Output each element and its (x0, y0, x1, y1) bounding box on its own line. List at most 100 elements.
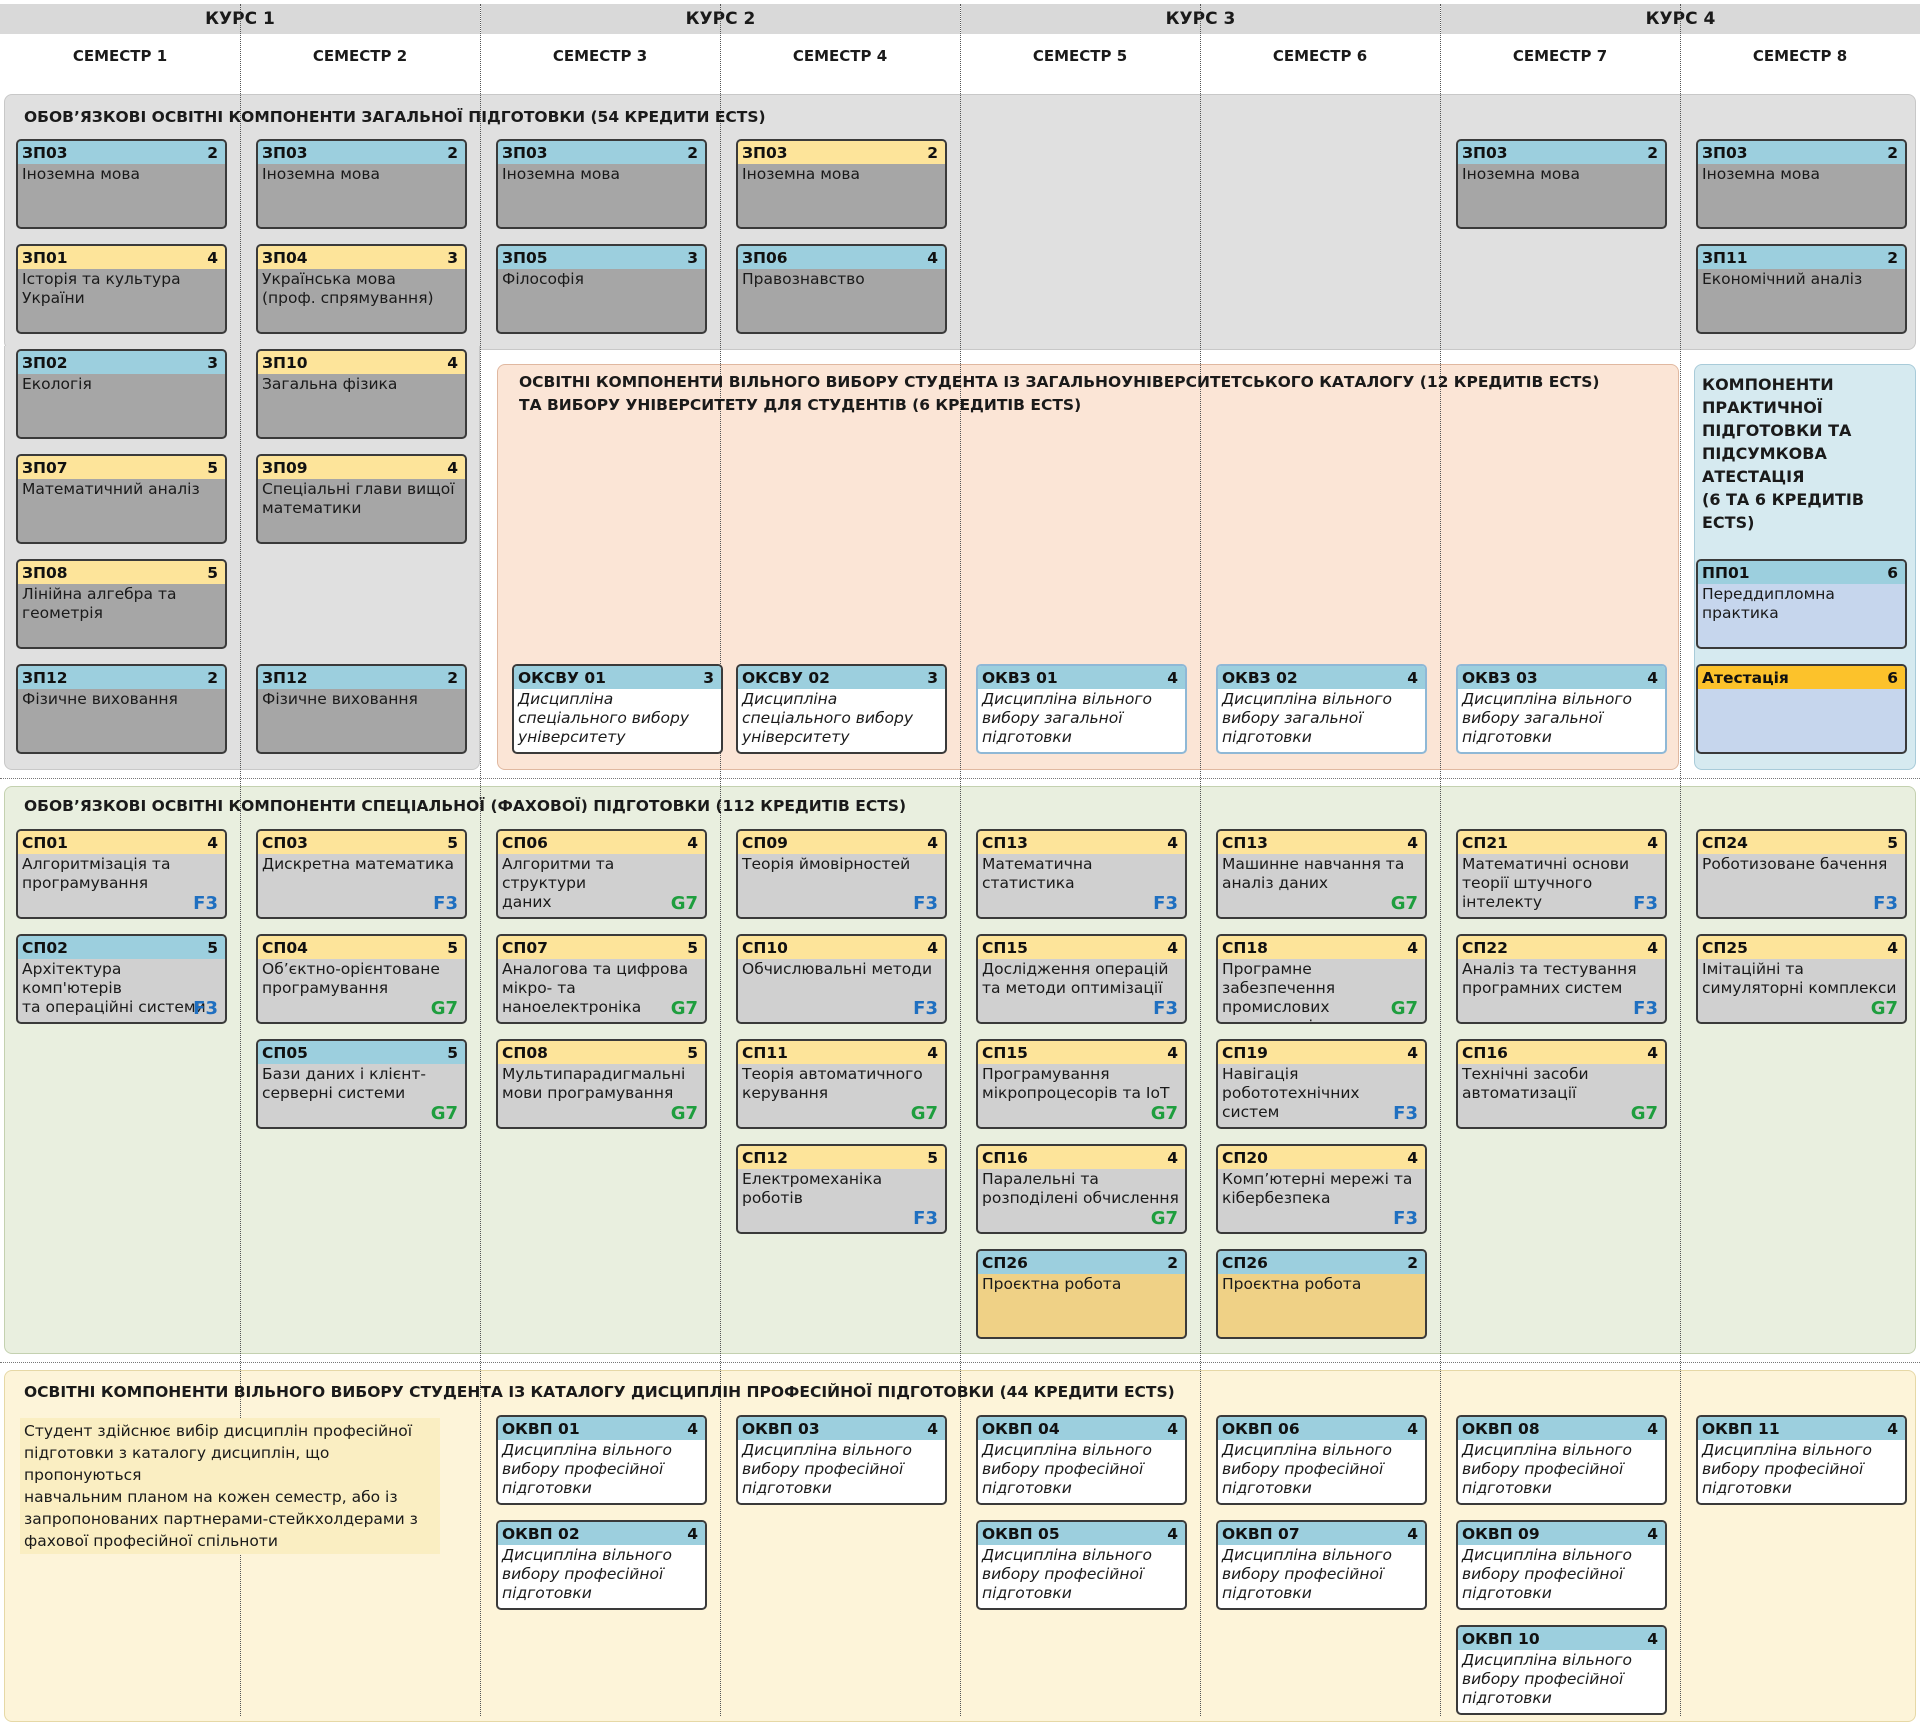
card-credits: 4 (207, 248, 218, 267)
card-title-line: вибору професійної (1222, 1460, 1384, 1478)
card-title-line: Дисципліна вільного (1462, 1651, 1632, 1669)
card-code: ЗП06 (742, 248, 788, 267)
card-title: Аналіз та тестування програмних систем (1458, 959, 1665, 998)
card-header: СП16 4 (978, 1146, 1185, 1169)
card-header: ОКВП 04 4 (978, 1417, 1185, 1440)
card-credits: 4 (1887, 1419, 1898, 1438)
course-card: ЗП03 2 Іноземна мова (256, 139, 467, 229)
course-card: СП22 4 Аналіз та тестування програмних сист… (1456, 934, 1667, 1024)
course-card: СП08 5 Мультипарадигмальні мови програмуван… (496, 1039, 707, 1129)
card-header: СП11 4 (738, 1041, 945, 1064)
card-credits: 2 (1887, 143, 1898, 162)
card-credits: 5 (207, 458, 218, 477)
card-title-line: Машинне навчання та (1222, 855, 1405, 873)
card-title-line: Математичний аналіз (22, 480, 200, 498)
card-header: СП26 2 (1218, 1251, 1425, 1274)
card-code: ЗП03 (502, 143, 548, 162)
card-credits: 4 (687, 833, 698, 852)
card-header: ЗП03 2 (1458, 141, 1665, 164)
card-header: ЗП03 2 (258, 141, 465, 164)
card-competence-tag: G7 (1150, 1208, 1178, 1229)
card-credits: 2 (207, 668, 218, 687)
card-header: ОКВП 03 4 (738, 1417, 945, 1440)
course-card: СП20 4 Комп’ютерні мережі та кібербезпека F3 (1216, 1144, 1427, 1234)
card-header: ОКВП 08 4 (1458, 1417, 1665, 1440)
grid-line (720, 4, 721, 1716)
card-credits: 5 (447, 833, 458, 852)
card-code: СП26 (1222, 1253, 1268, 1272)
card-code: СП04 (262, 938, 308, 957)
course-card: ОКВЗ 02 4 Дисципліна вільного вибору загаль… (1216, 664, 1427, 754)
card-header: ЗП03 2 (18, 141, 225, 164)
card-title-line: Алгоритми та структури (502, 855, 615, 892)
card-header: СП16 4 (1458, 1041, 1665, 1064)
card-title: Переддипломна практика (1698, 584, 1905, 623)
card-competence-tag: F3 (1153, 998, 1178, 1019)
card-header: СП04 5 (258, 936, 465, 959)
course-card: ОКСВУ 02 3 Дисципліна спеціального вибору ун… (736, 664, 947, 754)
card-credits: 4 (927, 1419, 938, 1438)
card-header: СП15 4 (978, 936, 1185, 959)
semester-7-header: СЕМЕСТР 7 (1512, 47, 1608, 65)
card-header: ЗП08 5 (18, 561, 225, 584)
card-title: Дисципліна вільного вибору професійної під… (1218, 1440, 1425, 1498)
card-title-line: розподілені обчислення (982, 1189, 1179, 1207)
course-card: СП07 5 Аналогова та цифрова мікро- та наноел… (496, 934, 707, 1024)
card-title: Дисципліна вільного вибору професійної під… (1458, 1440, 1665, 1498)
card-title-line: Обчислювальні методи (742, 960, 933, 978)
card-title-line: підготовки (1702, 1479, 1792, 1497)
card-title-line: Іноземна мова (22, 165, 141, 183)
card-code: СП10 (742, 938, 788, 957)
card-header: СП22 4 (1458, 936, 1665, 959)
card-title: Мультипарадигмальні мови програмування (498, 1064, 705, 1103)
card-code: ЗП09 (262, 458, 308, 477)
card-title-line: Економічний аналіз (1702, 270, 1863, 288)
card-code: СП16 (1462, 1043, 1508, 1062)
card-credits: 4 (687, 1419, 698, 1438)
card-credits: 4 (1407, 1419, 1418, 1438)
card-title-line: Дисципліна вільного (1222, 690, 1392, 708)
grid-line (0, 1362, 1920, 1363)
course-card: СП04 5 Об’єктно-орієнтоване програмування G7 (256, 934, 467, 1024)
card-code: ЗП03 (262, 143, 308, 162)
card-credits: 4 (1167, 1043, 1178, 1062)
card-title: Комп’ютерні мережі та кібербезпека (1218, 1169, 1425, 1208)
card-title-line: та операційні системи (22, 998, 206, 1016)
card-credits: 2 (1887, 248, 1898, 267)
course-card: СП15 4 Дослідження операцій та методи оптим… (976, 934, 1187, 1024)
card-title-line: Іноземна мова (502, 165, 621, 183)
card-code: СП09 (742, 833, 788, 852)
card-credits: 4 (1647, 1524, 1658, 1543)
card-title-line: підготовки (742, 1479, 832, 1497)
card-code: СП18 (1222, 938, 1268, 957)
card-credits: 4 (1647, 1043, 1658, 1062)
card-code: ЗП02 (22, 353, 68, 372)
card-title-line: Комп’ютерні мережі та (1222, 1170, 1413, 1188)
card-title: Іноземна мова (1458, 164, 1665, 184)
card-credits: 4 (1647, 1419, 1658, 1438)
card-title: Дисципліна вільного вибору загальної підго… (978, 689, 1185, 747)
card-credits: 2 (927, 143, 938, 162)
card-title-line: Імітаційні та (1702, 960, 1804, 978)
card-title-line: університету (742, 728, 850, 746)
card-title: Дисципліна вільного вибору професійної під… (978, 1440, 1185, 1498)
card-code: СП15 (982, 938, 1028, 957)
card-competence-tag: G7 (910, 1103, 938, 1124)
card-code: ОКВП 03 (742, 1419, 820, 1438)
course-card: ЗП09 4 Спеціальні глави вищої математики (256, 454, 467, 544)
course-card: ОКВП 06 4 Дисципліна вільного вибору профес… (1216, 1415, 1427, 1505)
card-code: СП07 (502, 938, 548, 957)
card-title-line: вибору професійної (742, 1460, 904, 1478)
semester-3-header: СЕМЕСТР 3 (552, 47, 648, 65)
card-credits: 2 (207, 143, 218, 162)
card-header: ОКВП 11 4 (1698, 1417, 1905, 1440)
card-header: ЗП03 2 (1698, 141, 1905, 164)
card-title: Фізичне виховання (258, 689, 465, 709)
course-card: ОКВП 03 4 Дисципліна вільного вибору профес… (736, 1415, 947, 1505)
card-credits: 4 (207, 833, 218, 852)
card-header: СП08 5 (498, 1041, 705, 1064)
card-title-line: Теорія автоматичного (742, 1065, 923, 1083)
card-code: СП15 (982, 1043, 1028, 1062)
card-title-line: геометрія (22, 604, 103, 622)
card-title-line: вибору загальної (982, 709, 1123, 727)
